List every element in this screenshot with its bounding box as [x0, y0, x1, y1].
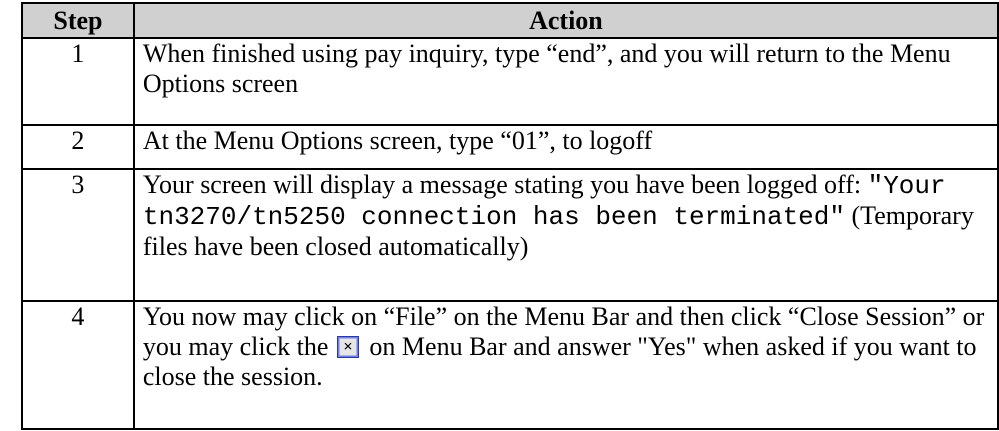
step-action: You now may click on “File” on the Menu …	[132, 299, 999, 430]
steps-table: Step Action 1 When finished using pay in…	[21, 2, 999, 430]
table-row: 4 You now may click on “File” on the Men…	[21, 299, 999, 430]
table-row: 2 At the Menu Options screen, type “01”,…	[21, 123, 999, 171]
table-row: 1 When finished using pay inquiry, type …	[21, 37, 999, 126]
step-action: Your screen will display a message stati…	[132, 168, 999, 302]
step-number: 2	[21, 123, 135, 171]
table-row: 3 Your screen will display a message sta…	[21, 168, 999, 302]
step-number: 4	[21, 299, 135, 430]
step-number: 3	[21, 168, 135, 302]
close-x-icon	[336, 335, 359, 358]
header-row: Step Action	[21, 2, 999, 39]
step-action: At the Menu Options screen, type “01”, t…	[132, 123, 999, 171]
header-action: Action	[132, 2, 999, 39]
step-number: 1	[21, 37, 135, 126]
step-action-text: Your screen will display a message stati…	[142, 170, 868, 200]
header-step: Step	[21, 2, 135, 39]
step-action: When finished using pay inquiry, type “e…	[132, 37, 999, 126]
